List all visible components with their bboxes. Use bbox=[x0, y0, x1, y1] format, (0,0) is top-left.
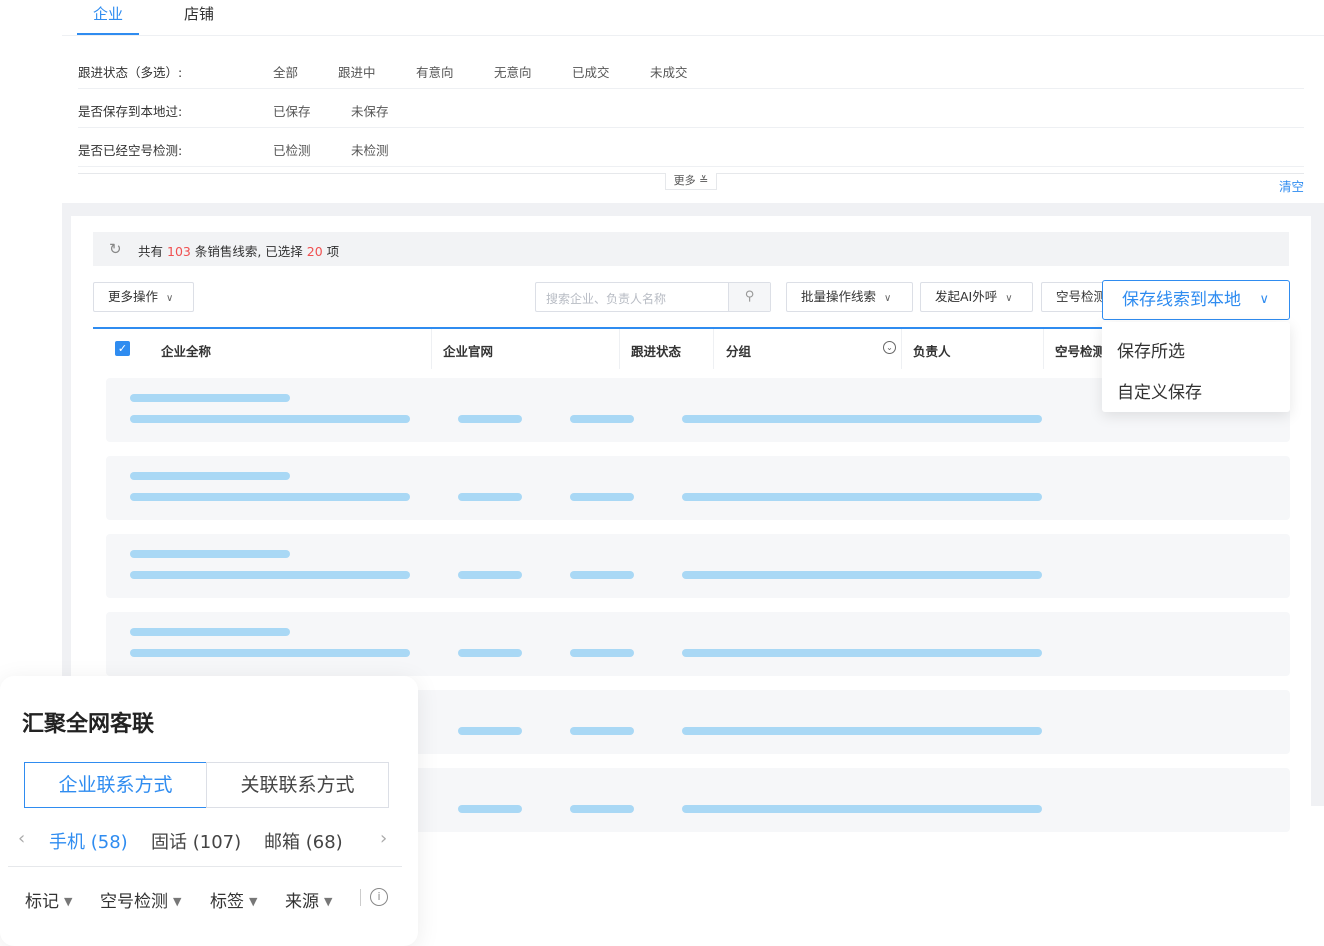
contact-tab-landline[interactable]: 固话 (107) bbox=[151, 828, 241, 854]
column-divider bbox=[431, 329, 432, 369]
search-input[interactable]: 搜索企业、负责人名称 ⚲ bbox=[535, 282, 771, 312]
filter-option-following[interactable]: 跟进中 bbox=[338, 62, 376, 81]
chevron-down-icon: ∨ bbox=[1259, 292, 1269, 307]
column-header-follow-status[interactable]: 跟进状态 bbox=[631, 341, 681, 360]
entity-tabs: 企业 店铺 bbox=[62, 0, 1324, 36]
caret-down-icon: ▼ bbox=[249, 895, 258, 908]
filter-label: 跟进状态（多选）: bbox=[78, 65, 183, 80]
chevron-down-icon: ∨ bbox=[1005, 293, 1013, 304]
caret-down-icon: ▼ bbox=[324, 895, 333, 908]
column-divider bbox=[1043, 329, 1044, 369]
column-header-company-name[interactable]: 企业全称 bbox=[161, 341, 211, 360]
refresh-icon[interactable]: ↻ bbox=[109, 240, 122, 258]
info-icon[interactable]: i bbox=[370, 888, 388, 906]
filter-row-empty-check: 是否已经空号检测: 已检测 未检测 bbox=[78, 128, 1304, 167]
loading-row bbox=[106, 456, 1290, 520]
filter-dropdown-mark[interactable]: 标记 ▼ bbox=[25, 887, 72, 912]
total-count: 103 bbox=[167, 244, 191, 259]
filter-option-not-interested[interactable]: 无意向 bbox=[494, 62, 532, 81]
empty-check-button[interactable]: 空号检测 bbox=[1041, 282, 1111, 312]
summary-text: 共有 103 条销售线索, 已选择 20 项 bbox=[138, 244, 340, 259]
search-placeholder: 搜索企业、负责人名称 bbox=[546, 292, 667, 306]
summary-bar: ↻ 共有 103 条销售线索, 已选择 20 项 bbox=[93, 232, 1289, 266]
more-filters-toggle[interactable]: 更多 ≚ bbox=[665, 173, 717, 190]
caret-down-icon: ▼ bbox=[173, 895, 182, 908]
menu-item-save-selected[interactable]: 保存所选 bbox=[1117, 337, 1185, 362]
active-tab-indicator bbox=[77, 33, 139, 35]
filter-option-saved[interactable]: 已保存 bbox=[273, 101, 311, 120]
caret-down-icon: ▼ bbox=[64, 895, 73, 908]
filter-option-unsaved[interactable]: 未保存 bbox=[351, 101, 389, 120]
filter-panel: 企业 店铺 跟进状态（多选）: 全部 跟进中 有意向 无意向 已成交 未成交 是… bbox=[62, 0, 1324, 203]
divider bbox=[360, 889, 361, 906]
column-header-group[interactable]: 分组 bbox=[726, 341, 751, 360]
filter-dropdown-source[interactable]: 来源 ▼ bbox=[285, 887, 332, 912]
filter-option-not-closed[interactable]: 未成交 bbox=[650, 62, 688, 81]
segment-company-contacts[interactable]: 企业联系方式 bbox=[24, 762, 207, 808]
ai-call-button[interactable]: 发起AI外呼 ∨ bbox=[920, 282, 1033, 312]
column-header-owner[interactable]: 负责人 bbox=[913, 341, 951, 360]
column-divider bbox=[619, 329, 620, 369]
select-all-checkbox[interactable]: ✓ bbox=[115, 341, 130, 356]
filter-label: 是否已经空号检测: bbox=[78, 143, 183, 158]
chevron-right-icon[interactable]: › bbox=[380, 828, 387, 849]
menu-item-custom-save[interactable]: 自定义保存 bbox=[1117, 378, 1202, 403]
filter-option-closed[interactable]: 已成交 bbox=[572, 62, 610, 81]
save-dropdown-menu: 保存所选 自定义保存 bbox=[1102, 322, 1290, 412]
chevron-down-icon: ∨ bbox=[166, 293, 174, 304]
filter-option-all[interactable]: 全部 bbox=[273, 62, 298, 81]
chevron-left-icon[interactable]: ‹ bbox=[18, 828, 25, 849]
segment-related-contacts[interactable]: 关联联系方式 bbox=[206, 762, 389, 808]
search-icon[interactable]: ⚲ bbox=[728, 283, 770, 311]
contact-tab-mobile[interactable]: 手机 (58) bbox=[49, 828, 128, 854]
contact-card: 汇聚全网客联 企业联系方式 关联联系方式 ‹ 手机 (58) 固话 (107) … bbox=[0, 676, 418, 946]
column-divider bbox=[713, 329, 714, 369]
column-header-empty-check[interactable]: 空号检测 bbox=[1055, 341, 1105, 360]
loading-row bbox=[106, 534, 1290, 598]
filter-option-interested[interactable]: 有意向 bbox=[416, 62, 454, 81]
batch-operations-button[interactable]: 批量操作线索 ∨ bbox=[786, 282, 913, 312]
filter-option-checked[interactable]: 已检测 bbox=[273, 140, 311, 159]
save-local-button[interactable]: 保存线索到本地 ∨ bbox=[1102, 280, 1290, 320]
selected-count: 20 bbox=[306, 244, 323, 259]
more-operations-button[interactable]: 更多操作 ∨ bbox=[93, 282, 194, 312]
column-header-website[interactable]: 企业官网 bbox=[443, 341, 493, 360]
tab-store[interactable]: 店铺 bbox=[184, 4, 214, 24]
tab-company[interactable]: 企业 bbox=[93, 4, 123, 24]
filter-dropdown-empty-check[interactable]: 空号检测 ▼ bbox=[100, 887, 181, 912]
filter-row-saved-local: 是否保存到本地过: 已保存 未保存 bbox=[78, 89, 1304, 128]
card-divider bbox=[8, 866, 402, 867]
loading-row bbox=[106, 612, 1290, 676]
filter-icon[interactable]: ⌄ bbox=[883, 341, 896, 354]
card-title: 汇聚全网客联 bbox=[22, 712, 155, 737]
column-divider bbox=[901, 329, 902, 369]
contact-tab-email[interactable]: 邮箱 (68) bbox=[264, 828, 343, 854]
chevron-down-icon: ∨ bbox=[884, 293, 892, 304]
filter-row-follow-status: 跟进状态（多选）: 全部 跟进中 有意向 无意向 已成交 未成交 bbox=[78, 50, 1304, 89]
filter-dropdown-tag[interactable]: 标签 ▼ bbox=[210, 887, 257, 912]
filter-option-unchecked[interactable]: 未检测 bbox=[351, 140, 389, 159]
filter-label: 是否保存到本地过: bbox=[78, 104, 183, 119]
clear-filters-link[interactable]: 清空 bbox=[1279, 176, 1304, 195]
